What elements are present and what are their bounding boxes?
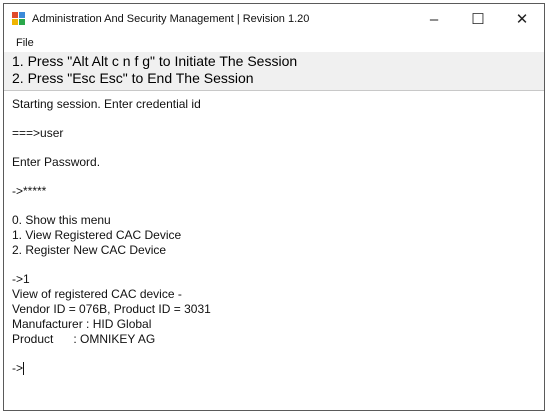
console-menu-1: 1. View Registered CAC Device xyxy=(12,228,182,242)
console-vendor-product: Vendor ID = 076B, Product ID = 3031 xyxy=(12,302,211,316)
console-view-header: View of registered CAC device - xyxy=(12,287,182,301)
app-window: Administration And Security Management |… xyxy=(3,3,545,411)
maximize-button[interactable]: ☐ xyxy=(456,4,500,34)
console-user-prompt: ===>user xyxy=(12,126,64,140)
console-start: Starting session. Enter credential id xyxy=(12,97,201,111)
console-final-prompt: -> xyxy=(12,361,24,375)
console-enter-password: Enter Password. xyxy=(12,155,101,169)
console-password-prompt: ->***** xyxy=(12,184,47,198)
instruction-initiate: 1. Press "Alt Alt c n f g" to Initiate T… xyxy=(12,53,298,69)
menu-file[interactable]: File xyxy=(12,36,38,50)
console-output[interactable]: Starting session. Enter credential id ==… xyxy=(4,91,544,382)
console-menu-0: 0. Show this menu xyxy=(12,213,111,227)
menu-bar: File xyxy=(4,34,544,52)
console-choice: ->1 xyxy=(12,272,30,286)
window-title: Administration And Security Management |… xyxy=(32,13,310,25)
close-button[interactable]: ✕ xyxy=(500,4,544,34)
console-product: Product : OMNIKEY AG xyxy=(12,332,156,346)
app-icon xyxy=(12,12,26,26)
console-input-line[interactable]: -> xyxy=(12,361,536,376)
window-controls: – ☐ ✕ xyxy=(412,4,544,34)
console-manufacturer: Manufacturer : HID Global xyxy=(12,317,152,331)
minimize-button[interactable]: – xyxy=(412,4,456,34)
instruction-end: 2. Press "Esc Esc" to End The Session xyxy=(12,70,254,86)
instructions-banner: 1. Press "Alt Alt c n f g" to Initiate T… xyxy=(4,52,544,91)
text-cursor xyxy=(23,362,25,376)
console-menu-2: 2. Register New CAC Device xyxy=(12,243,167,257)
title-bar[interactable]: Administration And Security Management |… xyxy=(4,4,544,34)
